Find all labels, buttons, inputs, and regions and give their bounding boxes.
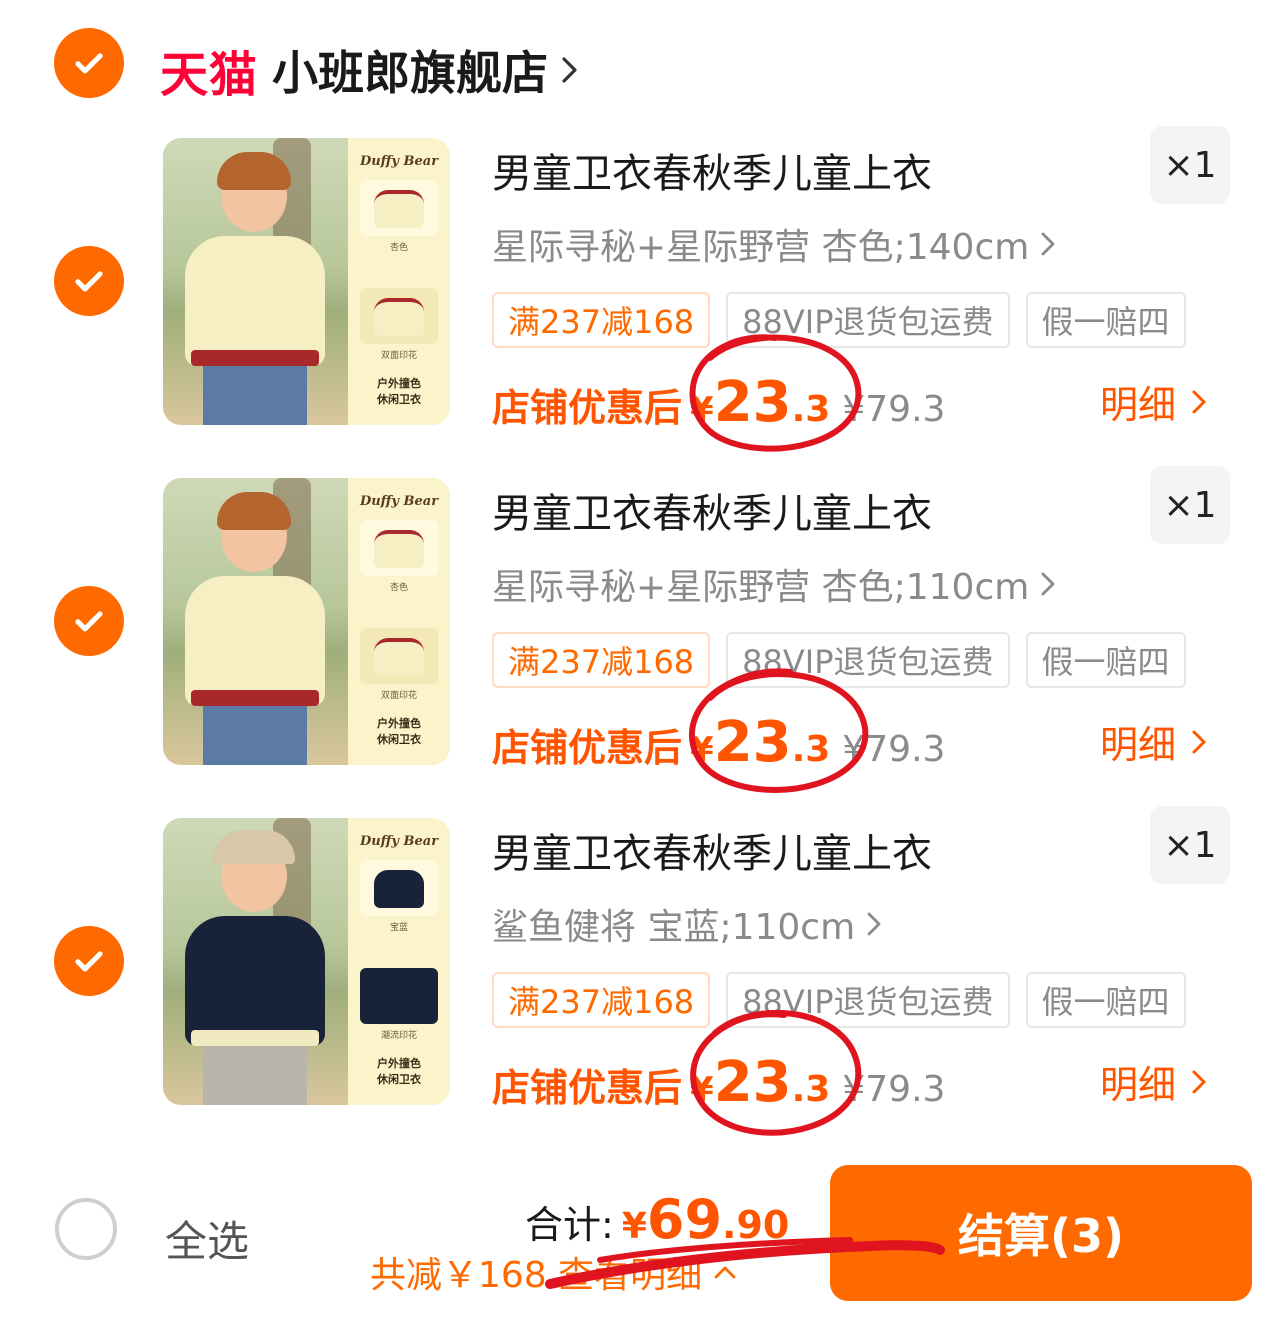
- price-row: 店铺优惠后 ¥ 23 .3 ¥79.3: [492, 710, 946, 775]
- product-image[interactable]: Duffy Bear 杏色 双面印花 户外撞色 休闲卫衣: [163, 478, 450, 765]
- tag-list: 满237减168 88VIP退货包运费 假一赔四: [492, 632, 1202, 688]
- tag-list: 满237减168 88VIP退货包运费 假一赔四: [492, 972, 1202, 1028]
- promo-tag: 满237减168: [492, 632, 711, 688]
- swatch-label: 杏色: [389, 583, 408, 593]
- chevron-right-icon: [1192, 390, 1206, 413]
- chevron-right-icon: [1192, 1070, 1206, 1093]
- cart-item: Duffy Bear 杏色 双面印花 户外撞色 休闲卫衣 男童卫衣春秋季儿童上衣 …: [0, 126, 1279, 452]
- cart-item: Duffy Bear 杏色 双面印花 户外撞色 休闲卫衣 男童卫衣春秋季儿童上衣 …: [0, 466, 1279, 793]
- quantity-button[interactable]: ×1: [1150, 126, 1230, 204]
- store-checkbox[interactable]: [54, 28, 124, 98]
- tag-list: 满237减168 88VIP退货包运费 假一赔四: [492, 292, 1202, 348]
- select-all-label[interactable]: 全选: [165, 1208, 249, 1269]
- price-row: 店铺优惠后 ¥ 23 .3 ¥79.3: [492, 1050, 946, 1115]
- swatch-label: 双面印花: [380, 351, 417, 361]
- price-label: 店铺优惠后: [492, 726, 683, 770]
- price-integer: 23: [713, 1050, 792, 1115]
- detail-label: 明细: [1100, 723, 1177, 767]
- price-decimal: .3: [791, 729, 831, 770]
- checkmark-icon: [75, 53, 103, 74]
- sku-selector[interactable]: 星际寻秘+星际野营 杏色;110cm: [492, 558, 1057, 610]
- chevron-right-icon: [867, 912, 881, 936]
- swatch-label: 宝蓝: [389, 923, 408, 933]
- promo-tag: 满237减168: [492, 292, 711, 348]
- detail-label: 明细: [1100, 383, 1177, 427]
- brand-logo: Duffy Bear: [359, 494, 439, 509]
- tmall-logo: 天猫: [160, 47, 259, 103]
- guarantee-tag: 假一赔四: [1025, 632, 1186, 688]
- vip-tag: 88VIP退货包运费: [726, 972, 1010, 1028]
- price-integer: 23: [713, 370, 792, 435]
- price-currency: ¥: [690, 1070, 714, 1110]
- quantity-button[interactable]: ×1: [1150, 466, 1230, 544]
- swatch-label: 潮流印花: [380, 1031, 417, 1041]
- vip-tag: 88VIP退货包运费: [726, 292, 1010, 348]
- store-name[interactable]: 小班郎旗舰店: [272, 37, 548, 103]
- product-title[interactable]: 男童卫衣春秋季儿童上衣: [492, 141, 932, 199]
- product-image[interactable]: Duffy Bear 杏色 双面印花 户外撞色 休闲卫衣: [163, 138, 450, 425]
- original-price: ¥79.3: [842, 389, 946, 430]
- sku-text: 鲨鱼健将 宝蓝;110cm: [492, 907, 856, 948]
- chevron-right-icon: [1041, 572, 1055, 596]
- quantity-button[interactable]: ×1: [1150, 806, 1230, 884]
- swatch-label: 双面印花: [380, 691, 417, 701]
- price-label: 店铺优惠后: [492, 386, 683, 430]
- cart-item: Duffy Bear 宝蓝 潮流印花 户外撞色 休闲卫衣 男童卫衣春秋季儿童上衣 …: [0, 806, 1279, 1136]
- original-price: ¥79.3: [842, 1069, 946, 1110]
- detail-link[interactable]: 明细: [1100, 1054, 1208, 1109]
- annotation-strike: [545, 1237, 945, 1289]
- chevron-right-icon: [1192, 730, 1206, 753]
- swatch-label: 杏色: [389, 243, 408, 253]
- guarantee-tag: 假一赔四: [1025, 972, 1186, 1028]
- panel-caption: 户外撞色 休闲卫衣: [377, 377, 421, 406]
- price-decimal: .3: [791, 389, 831, 430]
- chevron-right-icon: [562, 57, 577, 83]
- panel-caption: 户外撞色 休闲卫衣: [377, 1057, 421, 1086]
- product-image[interactable]: Duffy Bear 宝蓝 潮流印花 户外撞色 休闲卫衣: [163, 818, 450, 1105]
- chevron-right-icon: [1041, 232, 1055, 256]
- product-title[interactable]: 男童卫衣春秋季儿童上衣: [492, 821, 932, 879]
- sku-selector[interactable]: 鲨鱼健将 宝蓝;110cm: [492, 898, 883, 950]
- detail-link[interactable]: 明细: [1100, 374, 1208, 429]
- sku-selector[interactable]: 星际寻秘+星际野营 杏色;140cm: [492, 218, 1057, 270]
- brand-logo: Duffy Bear: [359, 834, 439, 849]
- guarantee-tag: 假一赔四: [1025, 292, 1186, 348]
- price-decimal: .3: [791, 1069, 831, 1110]
- panel-caption: 户外撞色 休闲卫衣: [377, 717, 421, 746]
- brand-logo: Duffy Bear: [359, 154, 439, 169]
- detail-label: 明细: [1100, 1063, 1177, 1107]
- price-currency: ¥: [690, 390, 714, 430]
- detail-link[interactable]: 明细: [1100, 714, 1208, 769]
- price-integer: 23: [713, 710, 792, 775]
- promo-tag: 满237减168: [492, 972, 711, 1028]
- store-header[interactable]: 天猫 小班郎旗舰店: [160, 35, 582, 105]
- product-title[interactable]: 男童卫衣春秋季儿童上衣: [492, 481, 932, 539]
- vip-tag: 88VIP退货包运费: [726, 632, 1010, 688]
- select-all-checkbox[interactable]: [55, 1198, 117, 1260]
- sku-text: 星际寻秘+星际野营 杏色;140cm: [492, 227, 1030, 268]
- price-currency: ¥: [690, 730, 714, 770]
- sku-text: 星际寻秘+星际野营 杏色;110cm: [492, 567, 1030, 608]
- original-price: ¥79.3: [842, 729, 946, 770]
- price-label: 店铺优惠后: [492, 1066, 683, 1110]
- price-row: 店铺优惠后 ¥ 23 .3 ¥79.3: [492, 370, 946, 435]
